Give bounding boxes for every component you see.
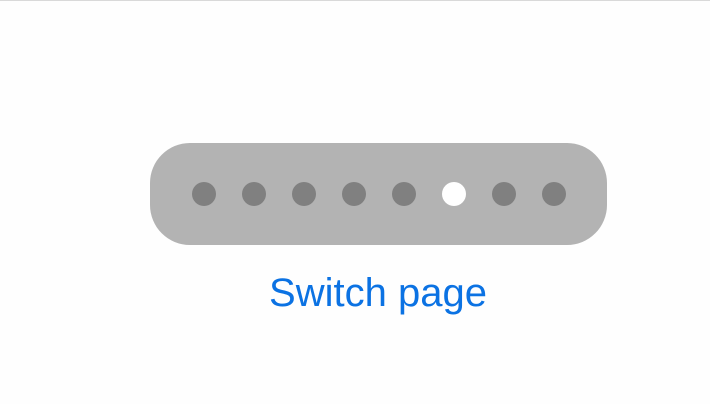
page-indicator-dot[interactable] [541,182,566,206]
switch-page-button[interactable]: Switch page [0,268,710,318]
page-control[interactable] [150,143,607,245]
page-indicator-dot[interactable] [241,182,266,206]
page-indicator-dot[interactable] [441,182,466,206]
page-indicator-dot[interactable] [391,182,416,206]
page-indicator-dot[interactable] [341,182,366,206]
page-indicator-dot[interactable] [191,182,216,206]
window-top-border [0,0,710,1]
page-indicator-dot[interactable] [291,182,316,206]
page-indicator-dot[interactable] [491,182,516,206]
